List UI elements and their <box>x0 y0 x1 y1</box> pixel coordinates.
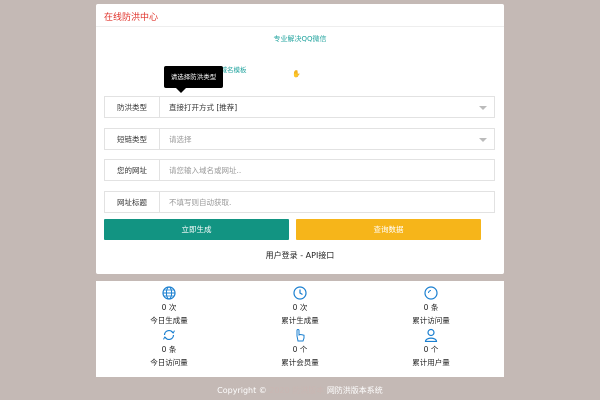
stat-caption: 累计访问量 <box>412 316 450 325</box>
defense-type-row[interactable]: 防洪类型 直接打开方式 [推荐] <box>104 96 495 118</box>
stat-num: 0 次 <box>161 303 177 312</box>
refresh-icon <box>163 329 175 341</box>
tooltip-arrow <box>176 88 186 93</box>
copyright-prefix: Copyright © <box>217 386 267 395</box>
stat-caption: 累计用户量 <box>412 358 450 367</box>
stat-today-visits: 0 条 今日访问量 <box>124 328 214 368</box>
defense-type-value: 直接打开方式 [推荐] <box>169 102 238 112</box>
stats-card: 0 次 今日生成量 0 次 累计生成量 0 条 累计访问量 0 条 今日访问量 <box>96 281 504 377</box>
site-title-label: 网址标题 <box>105 192 160 212</box>
footer-links: 用户登录 - API接口 <box>96 250 504 261</box>
url-label: 您的网址 <box>105 160 160 180</box>
hand-icon <box>296 329 305 342</box>
url-input[interactable]: 请您输入域名或网址.. <box>160 160 494 180</box>
shortlink-type-row[interactable]: 短链类型 请选择 <box>104 128 495 150</box>
stat-total-users: 0 个 累计用户量 <box>386 328 476 368</box>
link-separator: - <box>297 251 306 260</box>
cursor-hand-icon: ✋ <box>292 70 301 78</box>
shortlink-type-label: 短链类型 <box>105 129 160 149</box>
shortlink-type-select[interactable]: 请选择 <box>160 129 494 149</box>
shortlink-type-value: 请选择 <box>169 134 192 144</box>
defense-type-label: 防洪类型 <box>105 97 160 117</box>
url-row[interactable]: 您的网址 请您输入域名或网址.. <box>104 159 495 181</box>
user-login-link[interactable]: 用户登录 <box>266 251 298 260</box>
stat-num: 0 个 <box>423 345 439 354</box>
query-data-button[interactable]: 查询数据 <box>296 219 481 240</box>
clock-icon <box>293 286 307 300</box>
stat-num: 0 次 <box>292 303 308 312</box>
copyright-suffix: 网防洪版本系统 <box>326 386 383 395</box>
user-icon <box>424 328 438 342</box>
defense-type-tooltip: 请选择防洪类型 <box>164 66 223 88</box>
stat-total-visits: 0 条 累计访问量 <box>386 286 476 326</box>
stat-caption: 累计生成量 <box>281 316 319 325</box>
generate-button[interactable]: 立即生成 <box>104 219 289 240</box>
copyright-blurred: 2020 防洪版本 <box>269 386 325 395</box>
search-icon <box>424 286 438 300</box>
stat-num: 0 条 <box>161 345 177 354</box>
copyright: Copyright © 2020 防洪版本 网防洪版本系统 <box>0 385 600 396</box>
page-title: 在线防洪中心 <box>104 13 159 23</box>
stat-caption: 今日生成量 <box>150 316 188 325</box>
stat-num: 0 个 <box>292 345 308 354</box>
title-divider <box>96 26 504 27</box>
chevron-down-icon <box>479 106 487 110</box>
stat-total-generated: 0 次 累计生成量 <box>255 286 345 326</box>
site-title-row[interactable]: 网址标题 不填写则自动获取. <box>104 191 495 213</box>
chevron-down-icon <box>479 138 487 142</box>
globe-icon <box>162 286 176 300</box>
api-link[interactable]: API接口 <box>306 251 335 260</box>
main-card: 在线防洪中心 专业解决QQ微信 已域名模板 ✋ 防洪类型 直接打开方式 [推荐]… <box>96 4 504 274</box>
stat-total-members: 0 个 累计会员量 <box>255 328 345 368</box>
stat-num: 0 条 <box>423 303 439 312</box>
site-title-input[interactable]: 不填写则自动获取. <box>160 192 494 212</box>
stat-caption: 今日访问量 <box>150 358 188 367</box>
defense-type-select[interactable]: 直接打开方式 [推荐] <box>160 97 494 117</box>
stat-today-generated: 0 次 今日生成量 <box>124 286 214 326</box>
stat-caption: 累计会员量 <box>281 358 319 367</box>
qq-wechat-link[interactable]: 专业解决QQ微信 <box>96 34 504 44</box>
